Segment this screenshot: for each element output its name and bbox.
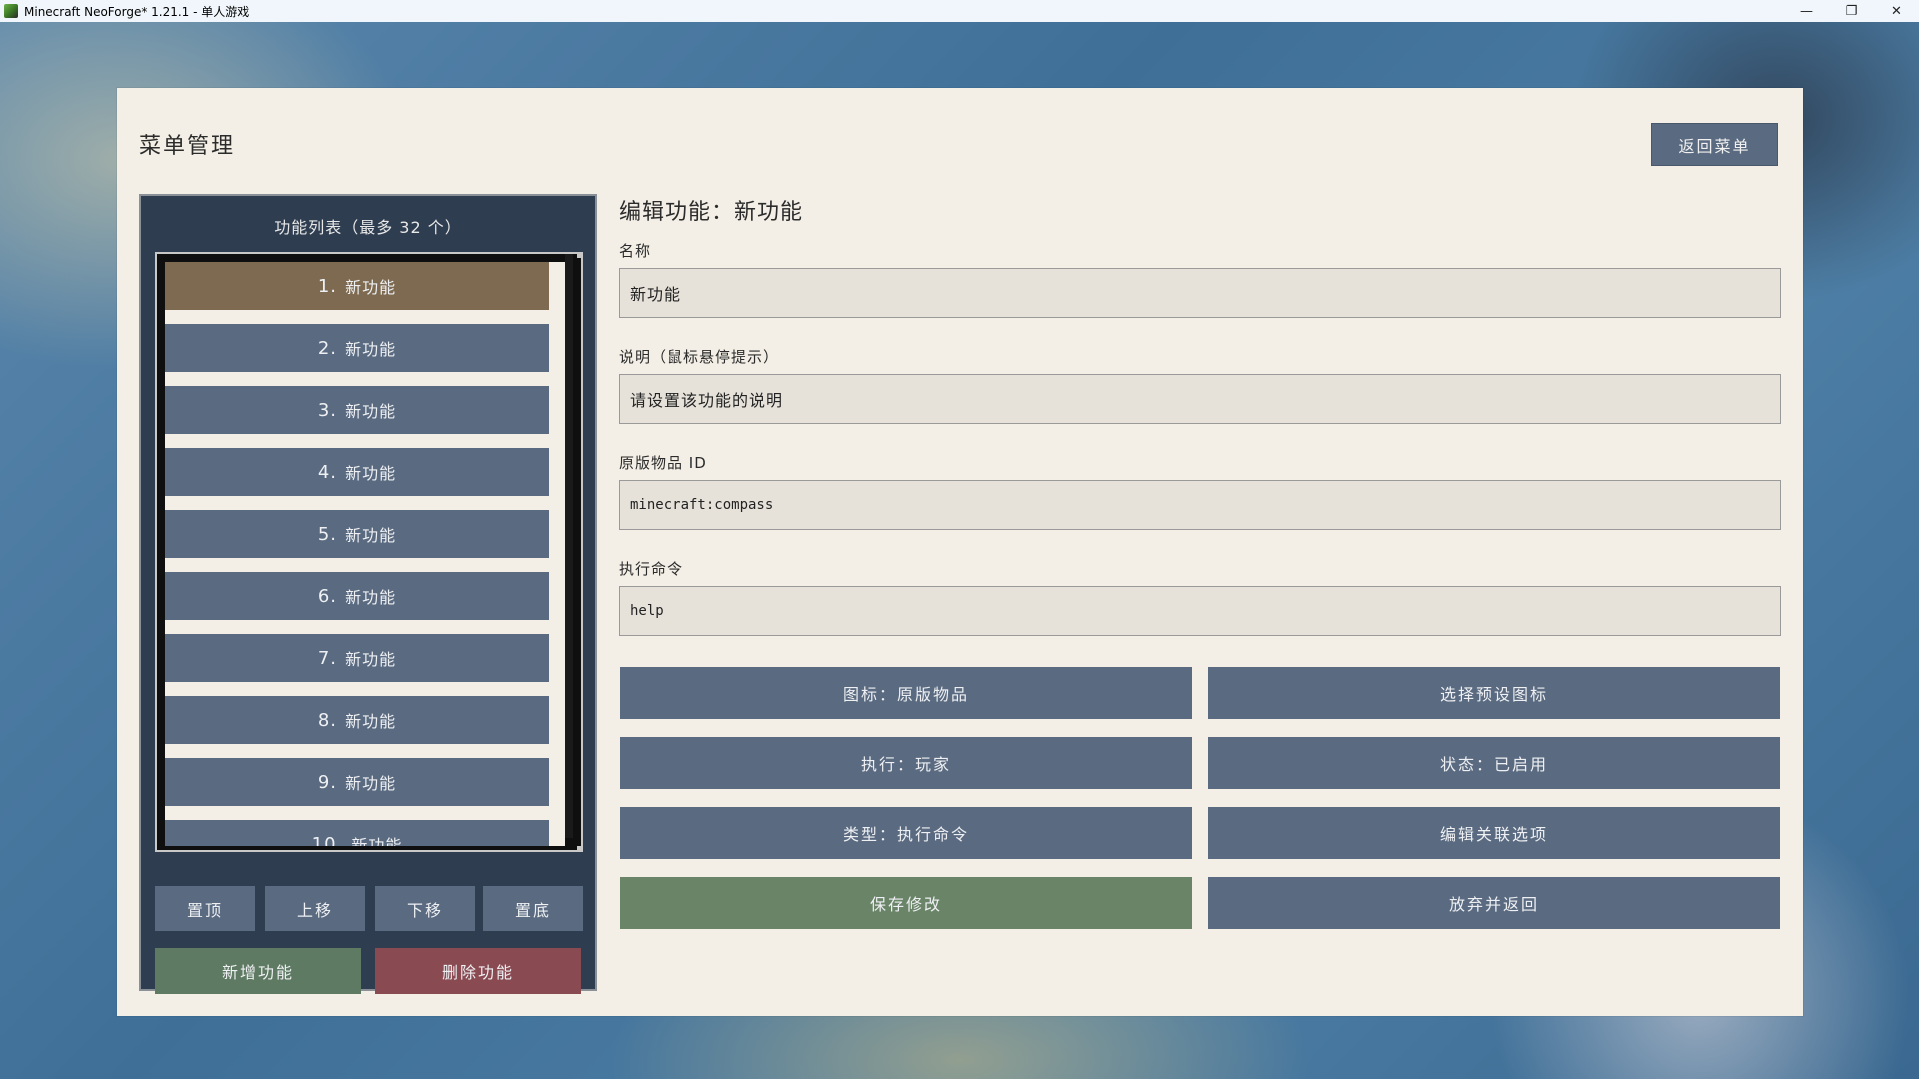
save-button[interactable]: 保存修改 [620, 877, 1192, 929]
list-item-label: 新功能 [345, 402, 397, 421]
list-item-label: 新功能 [345, 526, 397, 545]
icon-source-button[interactable]: 图标：原版物品 [620, 667, 1192, 719]
restore-icon[interactable]: ❐ [1829, 0, 1874, 22]
list-item-label: 新功能 [345, 588, 397, 607]
list-item-label: 新功能 [351, 836, 403, 846]
list-item-number: 1. [317, 275, 338, 297]
list-item-number: 2. [317, 337, 338, 359]
list-item-number: 8. [317, 709, 338, 731]
list-item-label: 新功能 [345, 774, 397, 793]
list-item-number: 9. [317, 771, 338, 793]
menu-manager-panel: 菜单管理 返回菜单 功能列表（最多 32 个） 1. 新功能 2. 新功能 3.… [117, 88, 1803, 1016]
page-title: 菜单管理 [139, 134, 236, 159]
list-item-number: 7. [317, 647, 338, 669]
name-label: 名称 [619, 242, 652, 260]
item-id-label: 原版物品 ID [619, 454, 707, 472]
list-item-9[interactable]: 9. 新功能 [165, 758, 549, 806]
function-list-panel: 功能列表（最多 32 个） 1. 新功能 2. 新功能 3. 新功能 4. 新功… [139, 194, 597, 994]
list-item-1[interactable]: 1. 新功能 [165, 262, 549, 310]
scroll-up-marker [577, 252, 583, 258]
list-item-label: 新功能 [345, 650, 397, 669]
list-item-number: 5. [317, 523, 338, 545]
command-label: 执行命令 [619, 560, 684, 578]
scroll-down-marker [577, 846, 583, 852]
function-list[interactable]: 1. 新功能 2. 新功能 3. 新功能 4. 新功能 5. 新功能 6. 新功… [165, 262, 565, 846]
edit-linked-options-button[interactable]: 编辑关联选项 [1208, 807, 1780, 859]
list-item-label: 新功能 [345, 712, 397, 731]
item-id-field[interactable]: minecraft:compass [619, 480, 1781, 530]
list-item-number: 6. [317, 585, 338, 607]
status-button[interactable]: 状态：已启用 [1208, 737, 1780, 789]
discard-button[interactable]: 放弃并返回 [1208, 877, 1780, 929]
executor-button[interactable]: 执行：玩家 [620, 737, 1192, 789]
minecraft-app-icon [4, 4, 18, 18]
window-titlebar: Minecraft NeoForge* 1.21.1 - 单人游戏 — ❐ ✕ [0, 0, 1919, 22]
list-item-label: 新功能 [345, 278, 397, 297]
minimize-icon[interactable]: — [1784, 0, 1829, 22]
list-item-number: 3. [317, 399, 338, 421]
move-bottom-button[interactable]: 置底 [483, 886, 583, 931]
list-item-10[interactable]: 10. 新功能 [165, 820, 549, 846]
list-item-3[interactable]: 3. 新功能 [165, 386, 549, 434]
close-icon[interactable]: ✕ [1874, 0, 1919, 22]
move-up-button[interactable]: 上移 [265, 886, 365, 931]
list-item-2[interactable]: 2. 新功能 [165, 324, 549, 372]
add-function-button[interactable]: 新增功能 [155, 948, 361, 994]
name-field[interactable]: 新功能 [619, 268, 1781, 318]
delete-function-button[interactable]: 删除功能 [375, 948, 581, 994]
list-item-label: 新功能 [345, 464, 397, 483]
list-item-8[interactable]: 8. 新功能 [165, 696, 549, 744]
list-item-6[interactable]: 6. 新功能 [165, 572, 549, 620]
preset-icon-button[interactable]: 选择预设图标 [1208, 667, 1780, 719]
command-field[interactable]: help [619, 586, 1781, 636]
back-to-menu-button[interactable]: 返回菜单 [1651, 123, 1778, 166]
move-top-button[interactable]: 置顶 [155, 886, 255, 931]
list-item-number: 4. [317, 461, 338, 483]
list-item-4[interactable]: 4. 新功能 [165, 448, 549, 496]
type-button[interactable]: 类型：执行命令 [620, 807, 1192, 859]
function-list-header: 功能列表（最多 32 个） [274, 218, 462, 237]
list-item-5[interactable]: 5. 新功能 [165, 510, 549, 558]
description-label: 说明（鼠标悬停提示） [619, 348, 780, 366]
list-item-7[interactable]: 7. 新功能 [165, 634, 549, 682]
list-item-number: 10. [311, 833, 344, 847]
move-down-button[interactable]: 下移 [375, 886, 475, 931]
description-field[interactable]: 请设置该功能的说明 [619, 374, 1781, 424]
window-title: Minecraft NeoForge* 1.21.1 - 单人游戏 [24, 4, 250, 19]
list-item-label: 新功能 [345, 340, 397, 359]
window-controls: — ❐ ✕ [1784, 0, 1919, 22]
editor-title: 编辑功能：新功能 [619, 200, 804, 225]
function-list-frame: 1. 新功能 2. 新功能 3. 新功能 4. 新功能 5. 新功能 6. 新功… [155, 252, 583, 852]
list-scrollbar[interactable] [565, 254, 573, 838]
